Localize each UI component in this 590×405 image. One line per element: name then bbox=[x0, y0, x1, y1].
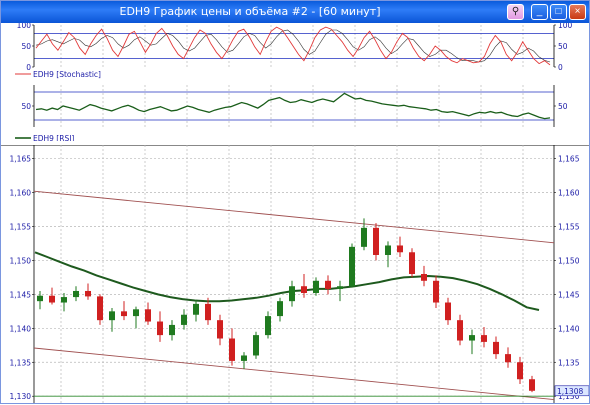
y-tick-label-left: 100 bbox=[17, 23, 32, 30]
stochastic-line bbox=[35, 26, 551, 66]
y-tick-label-right: 50 bbox=[558, 42, 568, 51]
y-tick-label-right: 1,135 bbox=[558, 358, 580, 367]
y-tick-label-right: 1,140 bbox=[558, 324, 580, 333]
candle-body bbox=[337, 286, 343, 289]
candle-body bbox=[505, 354, 511, 363]
y-tick-label-left: 1,155 bbox=[10, 222, 32, 231]
candle-body bbox=[433, 280, 439, 303]
candle-body bbox=[109, 311, 115, 321]
legend-rsi: EDH9 [RSI] bbox=[33, 134, 74, 141]
candle-body bbox=[469, 335, 475, 341]
current-price-label: 1,1308 bbox=[557, 387, 583, 396]
legend-stochastic: EDH9 [Stochastic] bbox=[33, 70, 101, 79]
candle-body bbox=[457, 320, 463, 341]
candle-body bbox=[409, 252, 415, 274]
price-panel[interactable]: 1,130 1,1301,135 1,1351,140 1,1401,145 1,145… bbox=[1, 145, 589, 405]
y-tick-label-left: 1,135 bbox=[10, 358, 32, 367]
y-tick-label-left: 1,130 bbox=[10, 392, 32, 401]
candle-body bbox=[445, 302, 451, 321]
minimize-button[interactable]: _ bbox=[531, 4, 548, 20]
candle-body bbox=[205, 303, 211, 321]
y-tick-label-right: 1,155 bbox=[558, 222, 580, 231]
window-title: EDH9 График цены и объёма #2 - [60 минут… bbox=[119, 5, 381, 18]
candle-body bbox=[493, 341, 499, 355]
candle-body bbox=[145, 309, 151, 322]
title-bar[interactable]: EDH9 График цены и объёма #2 - [60 минут… bbox=[1, 1, 589, 23]
y-tick-label-left: 0 bbox=[26, 63, 31, 72]
candle-body bbox=[181, 314, 187, 325]
chart-window: EDH9 График цены и объёма #2 - [60 минут… bbox=[0, 0, 590, 404]
candle-body bbox=[85, 290, 91, 297]
pin-button[interactable]: ⚲ bbox=[507, 4, 524, 20]
candle-body bbox=[373, 227, 379, 255]
y-tick-label-right: 1,145 bbox=[558, 290, 580, 299]
candle-body bbox=[49, 295, 55, 303]
y-tick-label-left: 1,150 bbox=[10, 256, 32, 265]
moving-average-line bbox=[34, 251, 540, 311]
candle-body bbox=[421, 274, 427, 281]
y-tick-label-left: 50 bbox=[21, 102, 31, 111]
candle-body bbox=[481, 335, 487, 342]
y-tick-label-left: 1,165 bbox=[10, 155, 32, 164]
candle-body bbox=[169, 324, 175, 336]
candle-body bbox=[385, 245, 391, 255]
candle-body bbox=[265, 316, 271, 336]
candle-body bbox=[193, 303, 199, 315]
candle-body bbox=[61, 297, 67, 303]
candle-body bbox=[529, 379, 535, 391]
rsi-line bbox=[35, 92, 551, 120]
y-tick-label-right: 1,165 bbox=[558, 155, 580, 164]
y-tick-label-left: 1,145 bbox=[10, 290, 32, 299]
maximize-button[interactable]: □ bbox=[550, 4, 567, 20]
candle-body bbox=[157, 321, 163, 336]
channel-lower-line bbox=[33, 347, 555, 401]
y-tick-label-right: 100 bbox=[558, 23, 573, 30]
candle-body bbox=[517, 362, 523, 380]
channel-upper-line bbox=[33, 190, 555, 244]
close-button[interactable]: × bbox=[569, 4, 586, 20]
candle-body bbox=[361, 227, 367, 247]
y-tick-label-left: 1,160 bbox=[10, 189, 32, 198]
candle-body bbox=[277, 301, 283, 317]
candle-body bbox=[289, 286, 295, 302]
y-tick-label-right: 1,160 bbox=[558, 189, 580, 198]
candle-body bbox=[313, 280, 319, 294]
candle-body bbox=[97, 296, 103, 321]
y-tick-label-left: 50 bbox=[21, 42, 31, 51]
y-tick-label-right: 1,150 bbox=[558, 256, 580, 265]
y-tick-label-left: 1,140 bbox=[10, 324, 32, 333]
candle-body bbox=[349, 246, 355, 287]
candle-body bbox=[397, 245, 403, 253]
candle-body bbox=[73, 290, 79, 298]
y-tick-label-right: 0 bbox=[558, 63, 563, 72]
candle-body bbox=[301, 286, 307, 294]
candle-body bbox=[241, 355, 247, 361]
stochastic-panel[interactable]: 0 0 50 50 100 100 EDH9 [Stochastic] bbox=[1, 23, 589, 81]
candle-body bbox=[37, 295, 43, 302]
candle-body bbox=[253, 335, 259, 356]
candle-body bbox=[121, 311, 127, 317]
candle-body bbox=[229, 338, 235, 361]
candle-body bbox=[133, 309, 139, 317]
rsi-panel[interactable]: 50 50 EDH9 [RSI] bbox=[1, 83, 589, 141]
candle-body bbox=[217, 320, 223, 339]
y-tick-label-right: 50 bbox=[558, 102, 568, 111]
candle-body bbox=[325, 280, 331, 289]
